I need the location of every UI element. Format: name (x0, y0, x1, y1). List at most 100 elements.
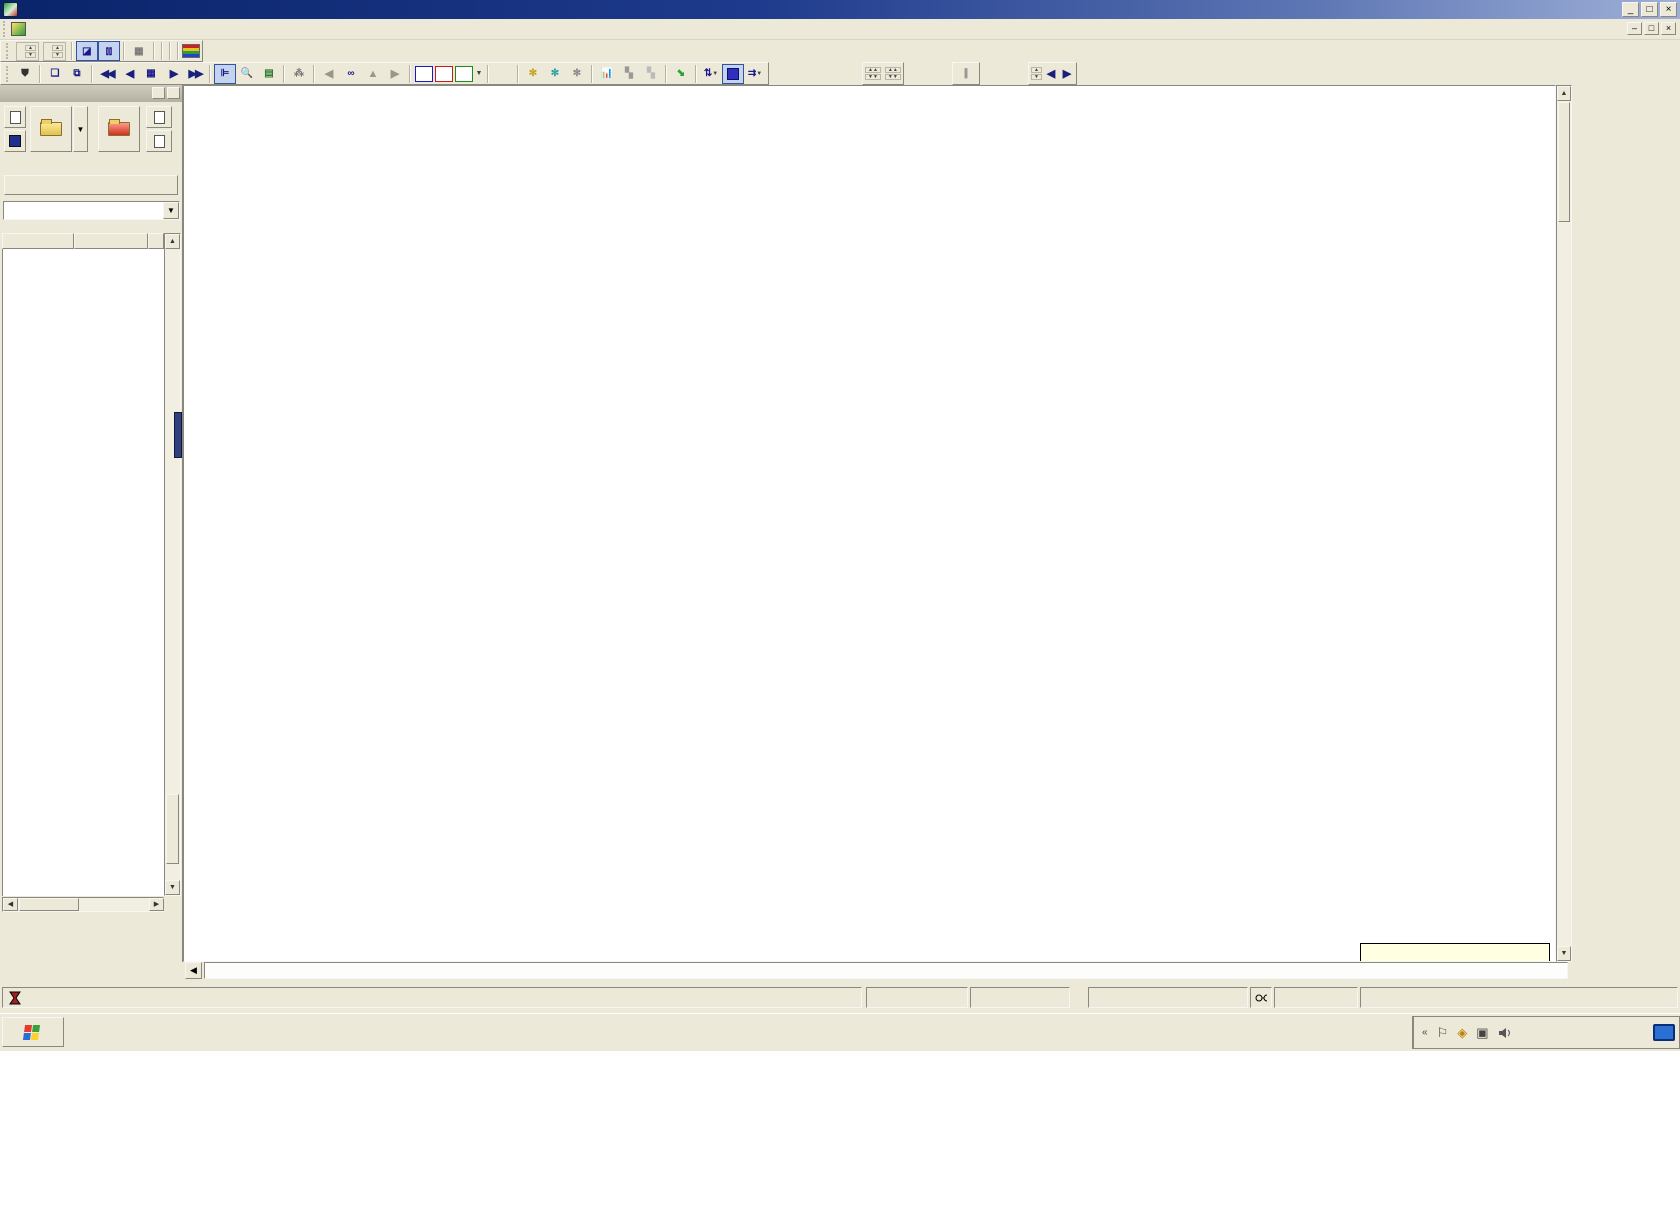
selection-mode-icon[interactable] (722, 64, 744, 84)
open-import-button[interactable] (98, 106, 140, 152)
split-vertical-icon[interactable]: ∥ (955, 64, 977, 84)
wizard-help-icon[interactable]: ✻ (544, 64, 566, 84)
help-pointer-icon[interactable] (492, 64, 514, 84)
tab-scroll-left-icon[interactable]: ◀ (185, 962, 202, 979)
map-list-vscrollbar[interactable]: ▲ ▼ (164, 233, 181, 896)
scroll-thumb[interactable] (19, 898, 79, 911)
document-icon (11, 22, 26, 36)
open-project-button[interactable] (30, 106, 72, 152)
map-list-hscrollbar[interactable]: ◀ ▶ (2, 897, 164, 912)
previous-map-icon[interactable]: ◀ (118, 64, 140, 84)
chart-sparkle2-icon[interactable]: ▚ (640, 64, 662, 84)
export-file-button[interactable] (146, 130, 172, 152)
toolbar-grip[interactable] (6, 43, 11, 59)
scope-dropdown[interactable]: ▼ (3, 201, 180, 220)
search-back-icon[interactable]: ◀ (318, 64, 340, 84)
surface-chart[interactable] (184, 86, 1556, 962)
new-window-icon[interactable]: ❏ (44, 64, 66, 84)
tray-display-icon[interactable] (1653, 1024, 1675, 1041)
plot-vscrollbar[interactable]: ▲ ▼ (1556, 85, 1572, 962)
search-forward-icon[interactable]: ▶ (384, 64, 406, 84)
panel-close-button[interactable] (167, 87, 180, 99)
first-map-icon[interactable]: ◀◀ (96, 64, 118, 84)
search-up-icon[interactable]: ▲ (362, 64, 384, 84)
column-header-address[interactable] (74, 233, 148, 249)
zoom-field[interactable]: ▲▼ (43, 42, 66, 61)
tray-collapse-chevron-icon[interactable]: « (1422, 1027, 1428, 1038)
tray-notification-icon[interactable]: ◈ (1457, 1025, 1467, 1041)
split-window-icon[interactable]: ⧉ (66, 64, 88, 84)
row-height-icon[interactable]: ⇅▼ (700, 64, 722, 84)
toolbar-grip[interactable] (6, 66, 11, 82)
adjust-spinner[interactable]: ▲▼ (1031, 67, 1042, 80)
tray-network-icon[interactable]: ▣ (1476, 1025, 1488, 1041)
map-3d-view[interactable] (183, 85, 1556, 962)
plot-hscrollbar[interactable] (204, 962, 1568, 979)
floppy-icon (9, 135, 21, 147)
scroll-down-icon[interactable]: ▼ (1557, 946, 1571, 961)
grid-view-icon[interactable]: ▦ (128, 41, 150, 61)
scroll-up-icon[interactable]: ▲ (1557, 86, 1571, 101)
history-forward-icon[interactable]: ▶ (1058, 64, 1074, 84)
color-scale-icon[interactable] (182, 44, 200, 58)
toolbar-grip[interactable] (3, 21, 8, 37)
import-pot-icon[interactable]: ⛊ (14, 64, 36, 84)
scroll-thumb[interactable] (166, 794, 179, 864)
project-button[interactable] (455, 66, 473, 82)
binoculars-search-icon[interactable]: ∞ (340, 64, 362, 84)
factor-button[interactable] (415, 66, 433, 82)
new-project-button[interactable] (4, 106, 26, 128)
start-button[interactable] (2, 1017, 64, 1047)
last-map-icon[interactable]: ▶▶ (184, 64, 206, 84)
letter-dropdown-icon[interactable]: ▼ (474, 64, 484, 84)
open-project-dropdown[interactable]: ▼ (73, 106, 88, 152)
import-page-icon (154, 111, 165, 124)
pane-spinner-2[interactable]: ▲▲▼▼ (885, 67, 901, 80)
tray-volume-icon[interactable] (1498, 1027, 1512, 1039)
column-header-marker[interactable] (2, 233, 74, 249)
mdi-restore-button[interactable]: □ (1644, 22, 1659, 35)
preview-window-icon[interactable]: 🔍 (236, 64, 258, 84)
watch-window-icon[interactable]: ▤ (258, 64, 280, 84)
history-back-icon[interactable]: ◀ (1042, 64, 1058, 84)
map-table-icon[interactable]: ▦ (140, 64, 162, 84)
wizard-cursor-icon[interactable]: ✻ (566, 64, 588, 84)
wizard-down-icon[interactable]: ✻ (522, 64, 544, 84)
panel-pin-button[interactable] (152, 87, 165, 99)
scroll-right-icon[interactable]: ▶ (149, 898, 164, 911)
checksum-warning-panel (1088, 987, 1248, 1008)
rotation-field[interactable]: ▲▼ (16, 42, 39, 61)
next-map-icon[interactable]: ▶ (162, 64, 184, 84)
mdi-close-button[interactable]: × (1661, 22, 1676, 35)
session-button[interactable] (4, 175, 178, 195)
close-button[interactable]: × (1660, 2, 1677, 17)
version-button[interactable] (435, 66, 453, 82)
scroll-up-icon[interactable]: ▲ (165, 234, 180, 249)
scroll-thumb[interactable] (1558, 102, 1570, 222)
scroll-down-icon[interactable]: ▼ (165, 880, 180, 895)
chevron-down-icon[interactable]: ▼ (163, 202, 179, 219)
chart-wand-icon[interactable]: 📊 (596, 64, 618, 84)
chart-sparkle-icon[interactable]: ▚ (618, 64, 640, 84)
map-tree-icon[interactable]: ⊫ (214, 64, 236, 84)
footsteps-icon[interactable]: ⁂ (288, 64, 310, 84)
export-green-icon[interactable]: ⬊ (670, 64, 692, 84)
column-width-icon[interactable]: ⇉▼ (744, 64, 766, 84)
maximize-button[interactable]: □ (1641, 2, 1658, 17)
view-3d-surface-icon[interactable]: ◪ (76, 41, 98, 61)
column-header-type[interactable] (148, 233, 164, 249)
tray-flag-icon[interactable]: ⚐ (1437, 1025, 1449, 1041)
scroll-left-icon[interactable]: ◀ (3, 898, 18, 911)
panel-splitter-grip[interactable] (174, 412, 182, 458)
minimize-button[interactable]: _ (1622, 2, 1639, 17)
rotation-spinner[interactable]: ▲▼ (25, 45, 36, 58)
view-tab-bar: ◀ (183, 962, 1572, 984)
zoom-spinner[interactable]: ▲▼ (52, 45, 63, 58)
mdi-minimize-button[interactable]: – (1627, 22, 1642, 35)
pane-spinner-1[interactable]: ▲▲▼▼ (865, 67, 881, 80)
view-3d-bars-icon[interactable]: ⫾⫾ (98, 41, 120, 61)
save-project-button[interactable] (4, 130, 26, 152)
status-bar (0, 984, 1680, 1011)
import-file-button[interactable] (146, 106, 172, 128)
map-panel-titlebar[interactable] (0, 85, 182, 102)
